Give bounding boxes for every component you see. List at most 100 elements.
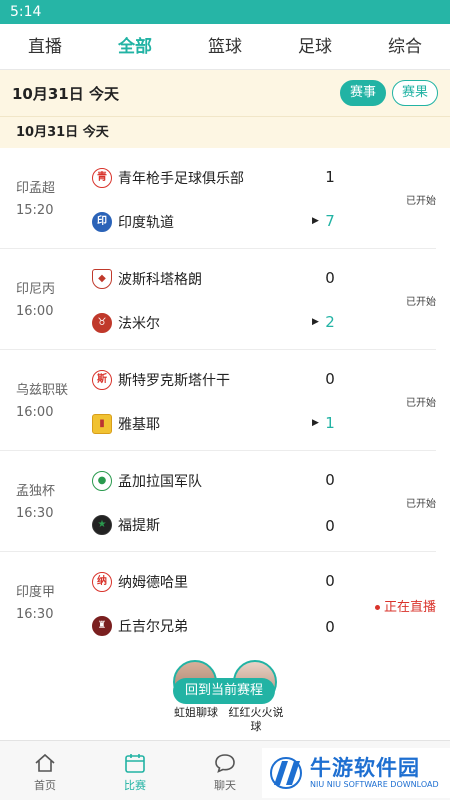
crest-badge-icon: ★ bbox=[92, 515, 112, 535]
watermark-title: 牛游软件园 bbox=[310, 756, 420, 780]
home-score: 1 bbox=[325, 168, 335, 186]
match-time: 16:30 bbox=[16, 506, 54, 521]
league-info: 印孟超 15:20 bbox=[16, 178, 86, 222]
league-name: 乌兹职联 bbox=[16, 383, 69, 398]
category-tabs: 直播 全部 篮球 足球 综合 bbox=[0, 24, 450, 70]
home-team-name: 孟加拉国军队 bbox=[118, 474, 202, 490]
match-status: 已开始 bbox=[406, 196, 436, 207]
league-name: 印尼丙 bbox=[16, 282, 56, 297]
streamer-float: 回到当前赛程 虹姐聊球 红红火火说球 bbox=[168, 660, 288, 738]
team-badge-icon: 印 bbox=[92, 212, 112, 232]
home-team: 青 青年枪手足球俱乐部 bbox=[92, 166, 342, 190]
results-filter-button[interactable]: 赛果 bbox=[392, 80, 438, 106]
match-list[interactable]: 印孟超 15:20 青 青年枪手足球俱乐部 印 印度轨道 1 ▶ 7 已开始 印… bbox=[0, 148, 450, 740]
away-score: 7 bbox=[325, 212, 335, 230]
nav-chat[interactable]: 聊天 bbox=[180, 741, 270, 800]
match-time: 16:30 bbox=[16, 607, 54, 622]
tab-football[interactable]: 足球 bbox=[270, 24, 360, 69]
away-score: 1 bbox=[325, 414, 335, 432]
streamer-name[interactable]: 红红火火说球 bbox=[226, 706, 286, 734]
home-score: 0 bbox=[325, 269, 335, 287]
team-badge-icon: 纳 bbox=[92, 572, 112, 592]
away-team: 印 印度轨道 bbox=[92, 210, 342, 234]
home-team-name: 斯特罗克斯塔什干 bbox=[118, 373, 230, 389]
date-header-title: 10月31日 今天 bbox=[12, 84, 119, 103]
crest-badge-icon: ● bbox=[92, 471, 112, 491]
tab-basketball[interactable]: 篮球 bbox=[180, 24, 270, 69]
nav-matches-label: 比赛 bbox=[124, 779, 146, 792]
status-time: 5:14 bbox=[10, 4, 42, 20]
matches-filter-button[interactable]: 赛事 bbox=[340, 80, 386, 106]
home-team: 斯 斯特罗克斯塔什干 bbox=[92, 368, 342, 392]
home-icon bbox=[35, 753, 55, 772]
chat-bubble-icon bbox=[215, 754, 235, 773]
league-name: 印孟超 bbox=[16, 181, 56, 196]
home-team: ◆ 波斯科塔格朗 bbox=[92, 267, 342, 291]
home-team-name: 青年枪手足球俱乐部 bbox=[118, 171, 244, 187]
league-info: 印度甲 16:30 bbox=[16, 582, 86, 626]
match-time: 15:20 bbox=[16, 203, 54, 218]
live-dot-icon bbox=[374, 605, 380, 610]
nav-matches[interactable]: 比赛 bbox=[90, 741, 180, 800]
league-name: 印度甲 bbox=[16, 585, 56, 600]
away-team: ♜ 丘吉尔兄弟 bbox=[92, 614, 342, 638]
home-score: 0 bbox=[325, 572, 335, 590]
away-team: ★ 福提斯 bbox=[92, 513, 342, 537]
home-team-name: 纳姆德哈里 bbox=[118, 575, 188, 591]
watermark: 牛游软件园 NIU NIU SOFTWARE DOWNLOAD bbox=[262, 748, 450, 798]
match-row[interactable]: 印尼丙 16:00 ◆ 波斯科塔格朗 ♉ 法米尔 0 ▶ 2 已开始 bbox=[0, 249, 436, 350]
watermark-subtitle: NIU NIU SOFTWARE DOWNLOAD bbox=[310, 780, 439, 789]
play-arrow-icon: ▶ bbox=[312, 216, 319, 226]
away-team-name: 丘吉尔兄弟 bbox=[118, 619, 188, 635]
match-time: 16:00 bbox=[16, 304, 54, 319]
status-bar: 5:14 bbox=[0, 0, 450, 24]
league-info: 乌兹职联 16:00 bbox=[16, 380, 86, 424]
nav-home-label: 首页 bbox=[34, 779, 56, 792]
day-section-header: 10月31日 今天 bbox=[0, 116, 450, 148]
nav-home[interactable]: 首页 bbox=[0, 741, 90, 800]
league-info: 孟独杯 16:30 bbox=[16, 481, 86, 525]
nav-chat-label: 聊天 bbox=[214, 779, 236, 792]
home-score: 0 bbox=[325, 471, 335, 489]
tab-all[interactable]: 全部 bbox=[90, 24, 180, 69]
streamer-name[interactable]: 虹姐聊球 bbox=[166, 706, 226, 720]
tab-general[interactable]: 综合 bbox=[360, 24, 450, 69]
live-status-label: 正在直播 bbox=[383, 600, 436, 615]
away-team-name: 福提斯 bbox=[118, 518, 160, 534]
play-arrow-icon: ▶ bbox=[312, 317, 319, 327]
away-score: 2 bbox=[325, 313, 335, 331]
home-team: 纳 纳姆德哈里 bbox=[92, 570, 342, 594]
shield-badge-icon: ◆ bbox=[92, 269, 112, 289]
match-row[interactable]: 印孟超 15:20 青 青年枪手足球俱乐部 印 印度轨道 1 ▶ 7 已开始 bbox=[0, 148, 436, 249]
match-row[interactable]: 乌兹职联 16:00 斯 斯特罗克斯塔什干 ▮ 雅基耶 0 ▶ 1 已开始 bbox=[0, 350, 436, 451]
date-header: 10月31日 今天 赛事 赛果 bbox=[0, 70, 450, 116]
live-status[interactable]: 正在直播 bbox=[374, 596, 436, 615]
team-badge-icon: 斯 bbox=[92, 370, 112, 390]
calendar-icon bbox=[125, 754, 145, 773]
away-team: ♉ 法米尔 bbox=[92, 311, 342, 335]
home-team: ● 孟加拉国军队 bbox=[92, 469, 342, 493]
league-info: 印尼丙 16:00 bbox=[16, 279, 86, 323]
tab-live[interactable]: 直播 bbox=[0, 24, 90, 69]
away-score: 0 bbox=[325, 517, 335, 535]
match-status: 已开始 bbox=[406, 499, 436, 510]
flag-badge-icon: ▮ bbox=[92, 414, 112, 434]
away-team-name: 法米尔 bbox=[118, 316, 160, 332]
return-to-current-schedule-button[interactable]: 回到当前赛程 bbox=[173, 678, 275, 704]
match-row[interactable]: 孟独杯 16:30 ● 孟加拉国军队 ★ 福提斯 0 0 已开始 bbox=[0, 451, 436, 552]
match-status: 已开始 bbox=[406, 398, 436, 409]
crest-badge-icon: ♜ bbox=[92, 616, 112, 636]
away-score: 0 bbox=[325, 618, 335, 636]
league-name: 孟独杯 bbox=[16, 484, 56, 499]
play-arrow-icon: ▶ bbox=[312, 418, 319, 428]
bull-badge-icon: ♉ bbox=[92, 313, 112, 333]
home-team-name: 波斯科塔格朗 bbox=[118, 272, 202, 288]
match-time: 16:00 bbox=[16, 405, 54, 420]
match-status: 已开始 bbox=[406, 297, 436, 308]
away-team-name: 雅基耶 bbox=[118, 417, 160, 433]
home-score: 0 bbox=[325, 370, 335, 388]
niuniu-logo-icon bbox=[268, 755, 304, 791]
team-badge-icon: 青 bbox=[92, 168, 112, 188]
match-row[interactable]: 印度甲 16:30 纳 纳姆德哈里 ♜ 丘吉尔兄弟 0 0 正在直播 bbox=[0, 552, 436, 653]
away-team-name: 印度轨道 bbox=[118, 215, 174, 231]
